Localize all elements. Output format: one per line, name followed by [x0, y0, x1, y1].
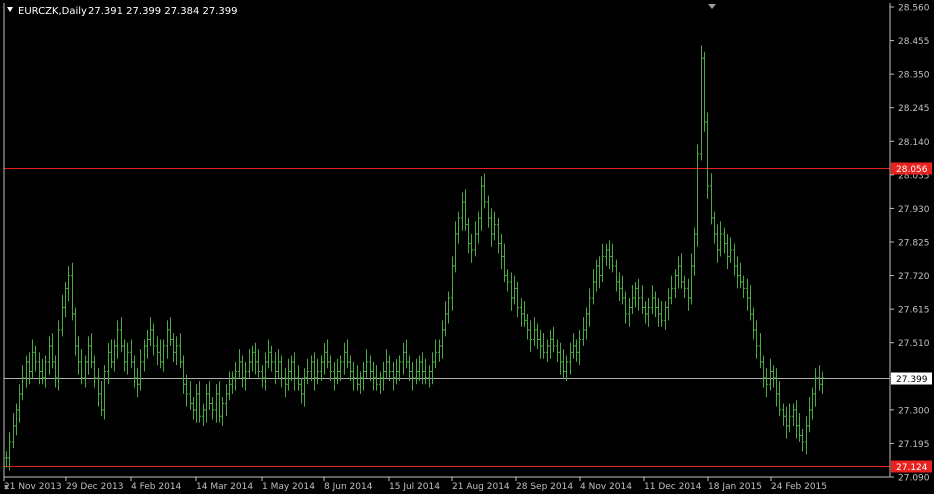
x-tick-label: 21 Aug 2014 — [452, 482, 510, 492]
y-tick-label: 28.350 — [898, 71, 930, 81]
x-tick-label: 28 Sep 2014 — [516, 482, 573, 492]
chart-window: 28.560 28.455 28.350 28.245 28.140 28.035 27.9… — [0, 0, 934, 494]
y-tick-label: 27.930 — [898, 205, 930, 215]
y-tick-label: 27.720 — [898, 272, 930, 282]
x-tick-label: 4 Feb 2014 — [131, 482, 182, 492]
x-tick-label: 24 Feb 2015 — [771, 482, 827, 492]
symbol-title: EURCZK,Daily — [18, 6, 87, 17]
y-tick-label: 27.195 — [898, 440, 930, 450]
y-tick-label: 27.825 — [898, 239, 930, 249]
x-tick-label: 11 Dec 2014 — [644, 482, 702, 492]
x-tick-label: 4 Nov 2014 — [580, 482, 632, 492]
x-tick-label: 21 Nov 2013 — [4, 482, 62, 492]
current-price-label: 27.399 — [896, 375, 928, 385]
y-tick-label: 28.455 — [898, 37, 930, 47]
support-price-label: 27.124 — [896, 463, 928, 473]
chart-header: EURCZK,Daily 27.391 27.399 27.384 27.399 — [7, 6, 238, 17]
y-tick-label: 27.615 — [898, 306, 930, 316]
x-tick-label: 8 Jun 2014 — [324, 482, 373, 492]
y-tick-label: 28.245 — [898, 104, 930, 114]
y-tick-label: 27.300 — [898, 406, 930, 416]
price-chart[interactable]: 28.56028.45528.35028.24528.14028.03527.9… — [0, 0, 934, 494]
ohlc-readout: 27.391 27.399 27.384 27.399 — [88, 6, 238, 17]
y-tick-label: 28.560 — [898, 4, 930, 14]
y-tick-label: 28.140 — [898, 138, 930, 148]
x-tick-label: 29 Dec 2013 — [66, 482, 124, 492]
x-tick-label: 14 Mar 2014 — [196, 482, 253, 492]
y-tick-label: 27.090 — [898, 474, 930, 484]
y-tick-label: 27.510 — [898, 339, 930, 349]
x-tick-label: 1 May 2014 — [262, 482, 315, 492]
resistance-price-label: 28.056 — [896, 165, 928, 175]
x-tick-label: 15 Jul 2014 — [389, 482, 440, 492]
x-tick-label: 18 Jan 2015 — [708, 482, 762, 492]
